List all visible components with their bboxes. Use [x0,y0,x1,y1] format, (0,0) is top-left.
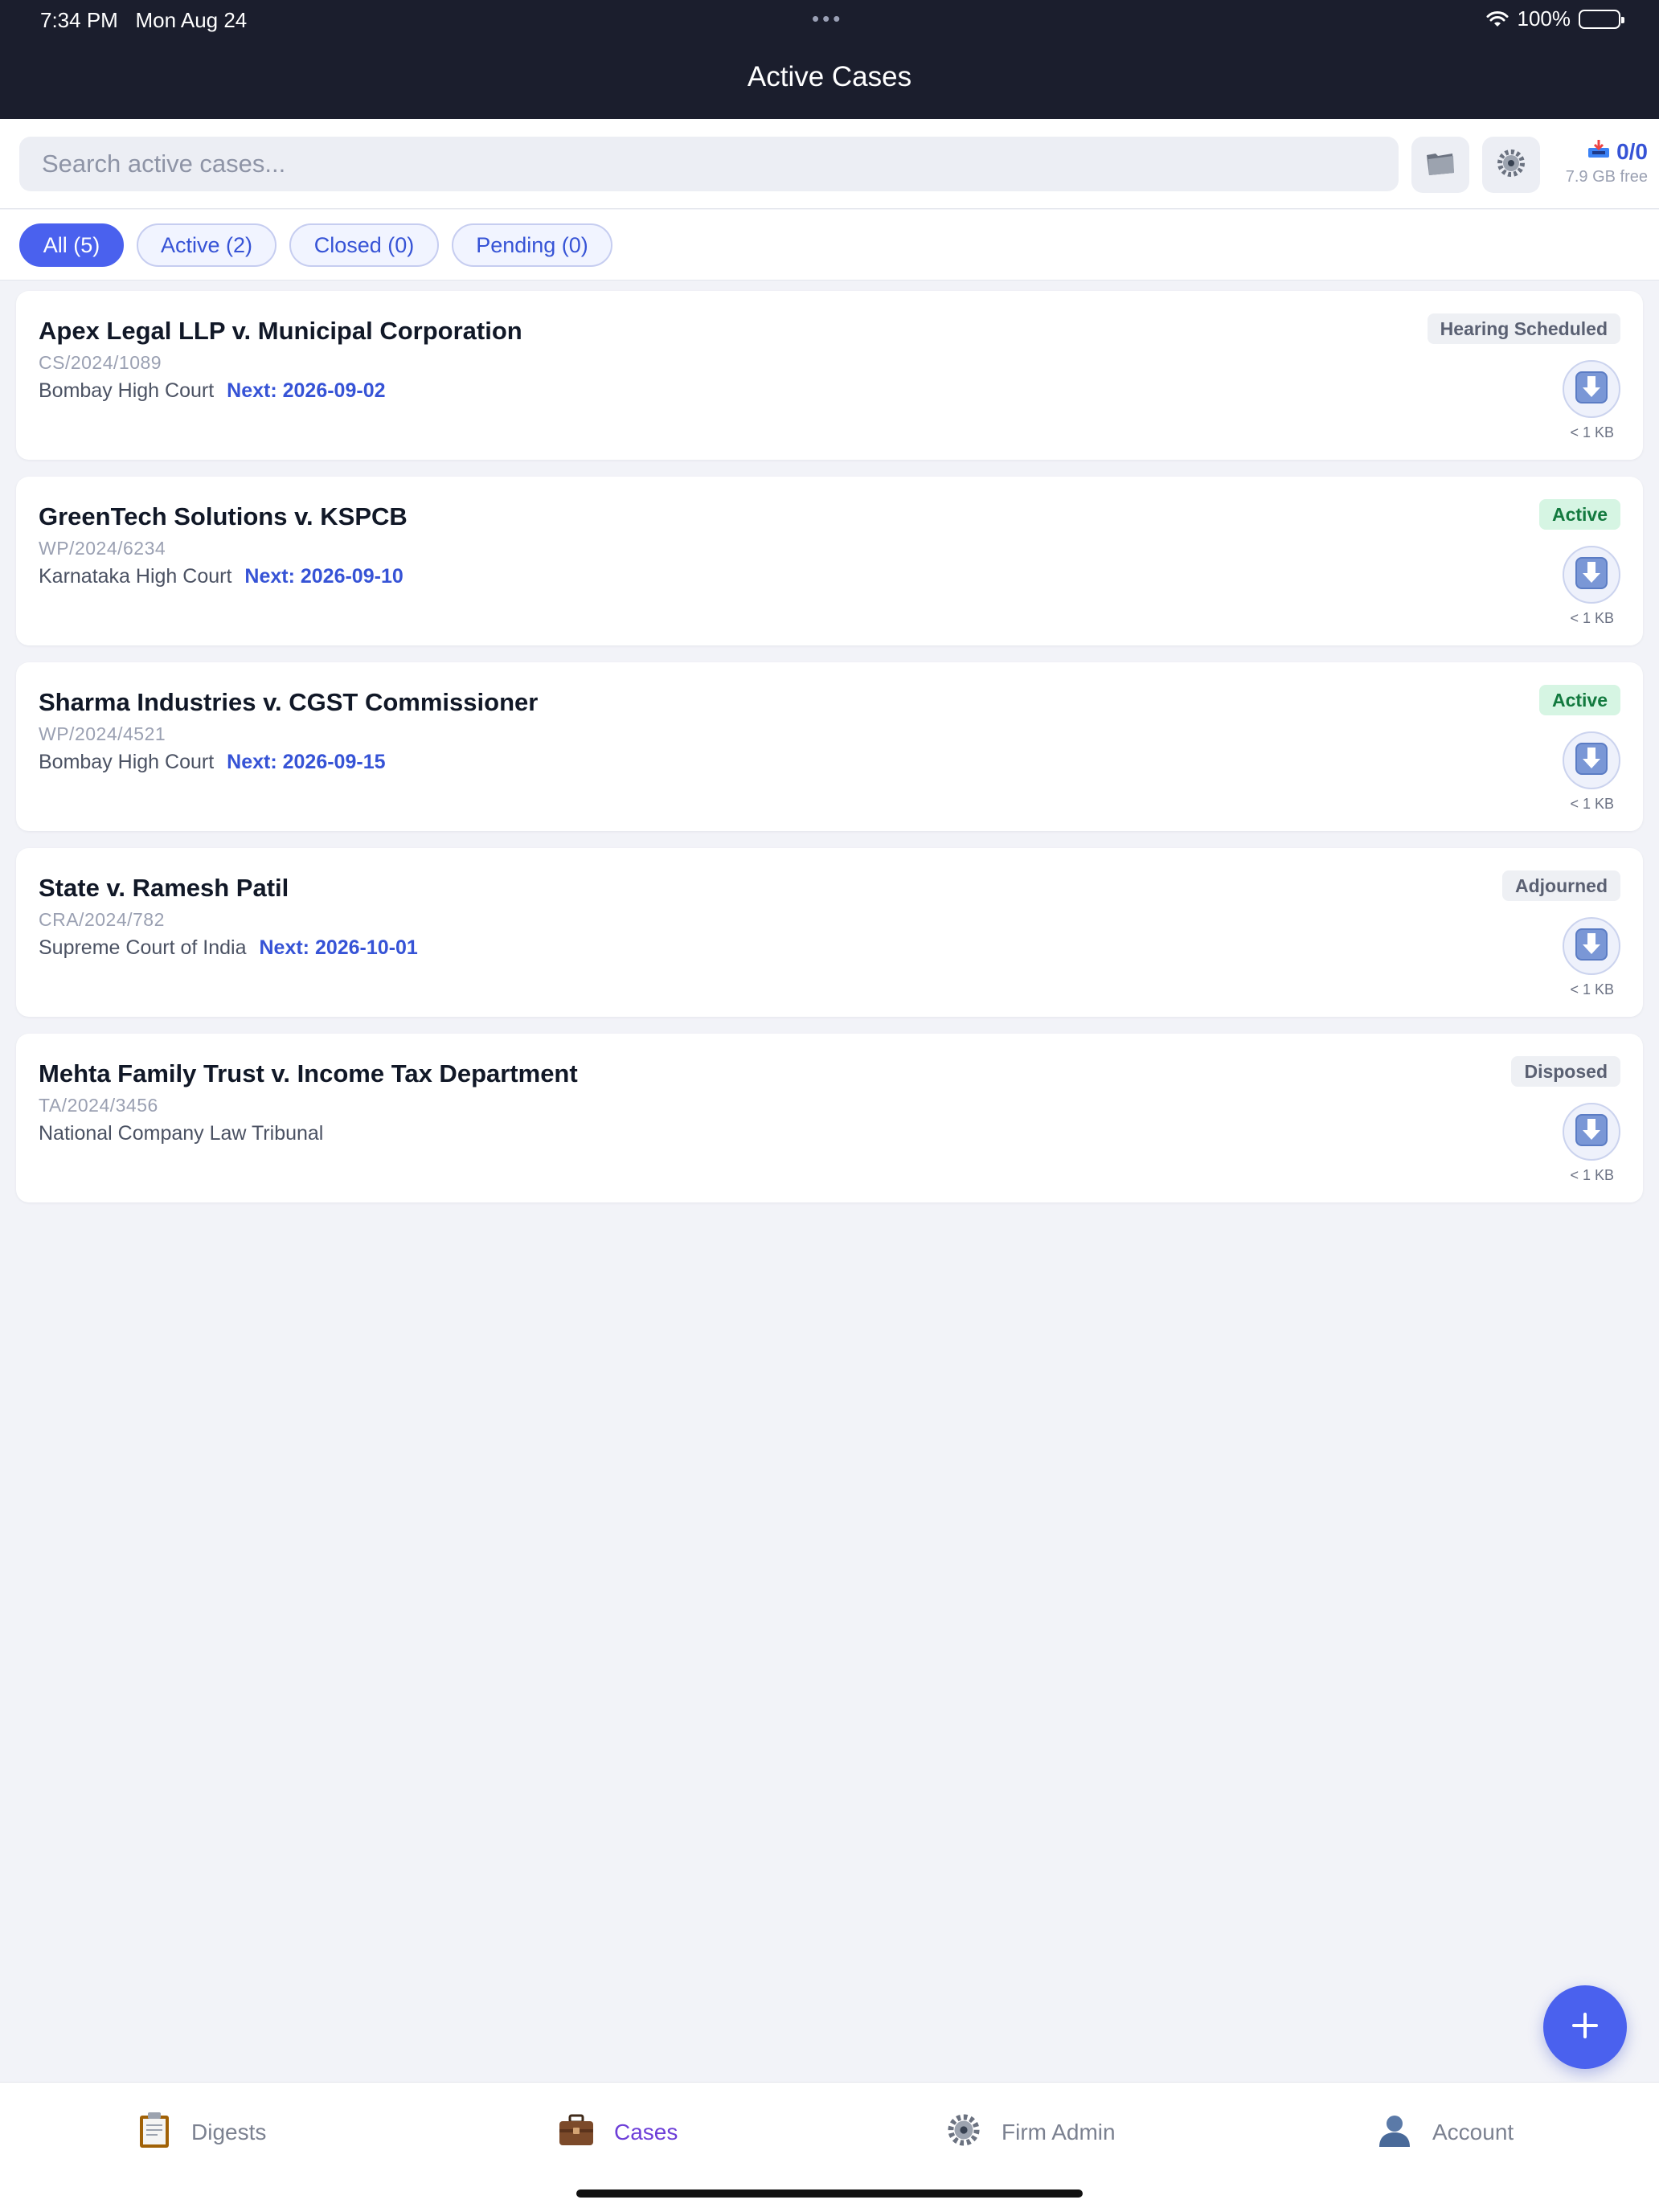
file-size: < 1 KB [1570,981,1614,997]
case-card[interactable]: Sharma Industries v. CGST Commissioner W… [16,662,1643,831]
tab-firm-admin[interactable]: Firm Admin [945,2108,1116,2157]
tab-label: Cases [614,2120,678,2144]
case-next-date: Next: 2026-10-01 [259,936,418,959]
case-number: CRA/2024/782 [39,909,165,930]
user-icon [1376,2112,1413,2154]
tab-label: Digests [191,2120,267,2144]
home-indicator[interactable] [576,2189,1083,2198]
filter-pending[interactable]: Pending (0) [452,223,612,267]
case-title: GreenTech Solutions v. KSPCB [39,502,408,530]
file-size: < 1 KB [1570,1167,1614,1183]
gear-icon [945,2112,982,2154]
status-time: 7:34 PM Mon Aug 24 [40,8,248,32]
status-badge: Disposed [1511,1056,1620,1087]
case-number: WP/2024/6234 [39,538,166,559]
case-court: Bombay High Court [39,379,215,402]
settings-button[interactable] [1482,137,1540,193]
search-input[interactable] [19,137,1399,191]
download-icon [1574,1112,1609,1152]
storage-indicator[interactable]: 0/0 7.9 GB free [1551,138,1648,186]
folder-icon [1424,149,1456,182]
case-card[interactable]: GreenTech Solutions v. KSPCB WP/2024/623… [16,477,1643,645]
download-button[interactable] [1563,917,1620,975]
download-button[interactable] [1563,731,1620,789]
case-next-date: Next: 2026-09-10 [244,565,403,588]
plus-icon [1569,2009,1601,2046]
case-card[interactable]: State v. Ramesh Patil CRA/2024/782 Supre… [16,848,1643,1017]
download-button[interactable] [1563,1103,1620,1161]
filter-active[interactable]: Active (2) [137,223,276,267]
briefcase-icon [558,2113,595,2153]
tab-label: Account [1432,2120,1514,2144]
download-icon [1574,927,1609,966]
tab-cases[interactable]: Cases [558,2108,678,2157]
tab-account[interactable]: Account [1376,2108,1514,2157]
download-icon [1574,741,1609,780]
case-title: Apex Legal LLP v. Municipal Corporation [39,317,522,345]
top-bar: 7:34 PM Mon Aug 24 ••• 100% Active Cases [0,0,1659,119]
inbox-tray-icon [1586,138,1612,165]
case-court: Supreme Court of India [39,936,247,959]
status-badge: Active [1538,499,1620,530]
case-details: Karnataka High Court Next: 2026-09-10 [39,565,403,588]
case-court: Karnataka High Court [39,565,232,588]
case-number: CS/2024/1089 [39,352,162,373]
filter-all[interactable]: All (5) [19,223,124,267]
file-size: < 1 KB [1570,796,1614,812]
case-court: Bombay High Court [39,751,215,773]
clipboard-icon [137,2111,172,2155]
add-case-button[interactable] [1543,1985,1627,2069]
download-icon [1574,555,1609,595]
status-badge: Adjourned [1502,870,1620,901]
tab-label: Firm Admin [1002,2120,1116,2144]
gear-icon [1495,147,1527,183]
wifi-icon [1485,10,1509,28]
multitasking-dots[interactable]: ••• [812,6,843,31]
download-button[interactable] [1563,360,1620,418]
storage-count: 0/0 [1616,138,1648,164]
case-title: State v. Ramesh Patil [39,874,289,902]
file-size: < 1 KB [1570,424,1614,440]
app-screen: 7:34 PM Mon Aug 24 ••• 100% Active Cases [0,0,1659,2212]
battery-percent: 100% [1517,6,1571,31]
tab-digests[interactable]: Digests [137,2108,266,2157]
case-title: Sharma Industries v. CGST Commissioner [39,688,539,716]
case-details: Supreme Court of India Next: 2026-10-01 [39,936,418,960]
status-indicators: 100% [1485,6,1624,31]
file-size: < 1 KB [1570,610,1614,626]
case-card[interactable]: Apex Legal LLP v. Municipal Corporation … [16,291,1643,460]
case-next-date: Next: 2026-09-15 [227,751,386,773]
case-number: TA/2024/3456 [39,1095,158,1116]
case-card[interactable]: Mehta Family Trust v. Income Tax Departm… [16,1034,1643,1202]
page-title: Active Cases [747,61,912,92]
storage-free: 7.9 GB free [1565,168,1648,186]
status-badge: Hearing Scheduled [1427,313,1620,344]
case-details: Bombay High Court Next: 2026-09-15 [39,751,386,774]
download-icon [1574,370,1609,409]
filter-bar: All (5) Active (2) Closed (0) Pending (0… [0,210,1659,281]
battery-icon [1579,9,1624,29]
case-details: Bombay High Court Next: 2026-09-02 [39,379,386,403]
search-toolbar: 0/0 7.9 GB free [0,119,1659,209]
case-next-date: Next: 2026-09-02 [227,379,386,402]
download-button[interactable] [1563,546,1620,604]
case-details: National Company Law Tribunal [39,1122,323,1145]
folder-button[interactable] [1411,137,1469,193]
case-number: WP/2024/4521 [39,723,166,744]
case-court: National Company Law Tribunal [39,1122,324,1145]
filter-closed[interactable]: Closed (0) [289,223,439,267]
status-badge: Active [1538,685,1620,715]
case-title: Mehta Family Trust v. Income Tax Departm… [39,1059,578,1088]
